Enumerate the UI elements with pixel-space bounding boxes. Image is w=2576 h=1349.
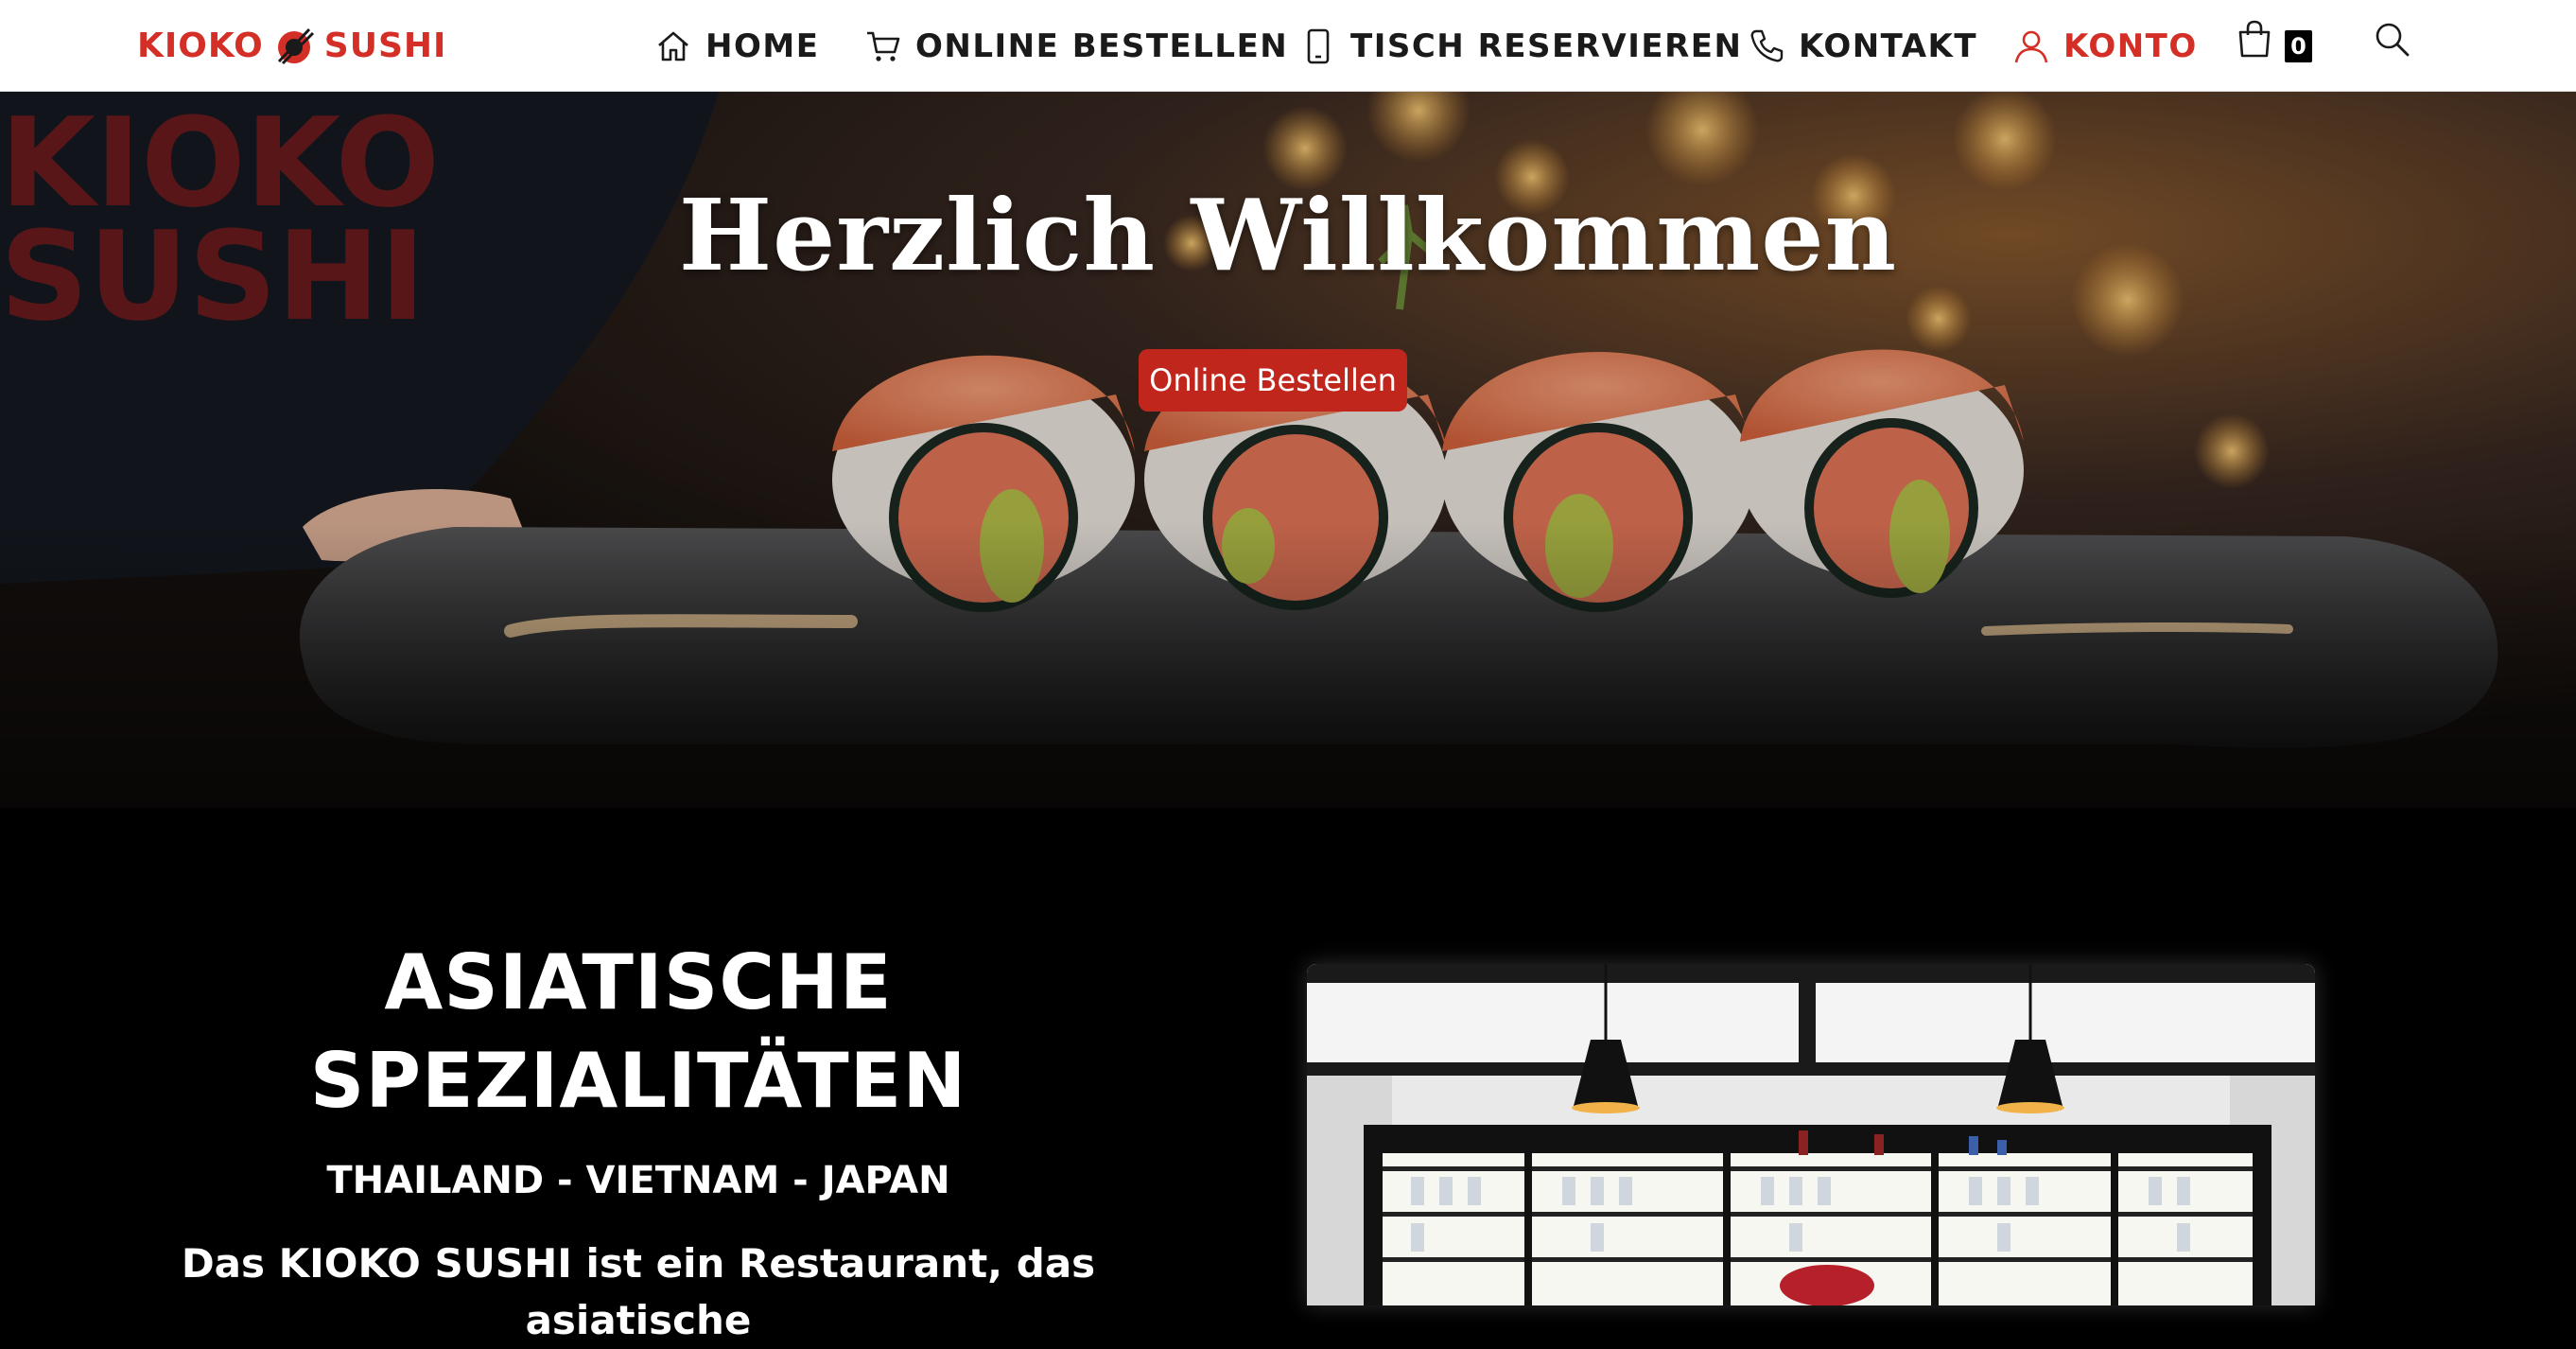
intro-heading: ASIATISCHE SPEZIALITÄTEN bbox=[189, 934, 1088, 1130]
intro-text-block: ASIATISCHE SPEZIALITÄTEN THAILAND - VIET… bbox=[182, 808, 1095, 1349]
nav-tisch-reservieren[interactable]: TISCH RESERVIEREN bbox=[1299, 0, 1742, 92]
cart-button[interactable]: 0 bbox=[2236, 19, 2321, 72]
intro-subheading: THAILAND - VIETNAM - JAPAN bbox=[326, 1159, 950, 1202]
home-icon bbox=[658, 31, 688, 61]
phone-icon bbox=[1750, 29, 1784, 61]
nav-home-label: HOME bbox=[705, 26, 820, 65]
hero-banner: KIOKO SUSHI bbox=[0, 92, 2576, 808]
restaurant-bar-illustration bbox=[1307, 964, 2315, 1305]
smartphone-icon bbox=[1307, 28, 1330, 63]
intro-body-text: Das KIOKO SUSHI ist ein Restaurant, das … bbox=[181, 1240, 1096, 1343]
cart-count-badge: 0 bbox=[2285, 30, 2312, 62]
hero-title: Herzlich Willkommen bbox=[678, 177, 1898, 293]
nav-tisch-reservieren-label: TISCH RESERVIEREN bbox=[1350, 26, 1743, 65]
nav-konto-label: KONTO bbox=[2063, 26, 2198, 65]
nav-online-bestellen-label: ONLINE BESTELLEN bbox=[915, 26, 1289, 65]
intro-section: ASIATISCHE SPEZIALITÄTEN THAILAND - VIET… bbox=[0, 808, 2576, 1343]
search-icon bbox=[2376, 23, 2410, 57]
logo-text-sushi: SUSHI bbox=[323, 26, 447, 65]
restaurant-interior-image bbox=[1307, 964, 2315, 1305]
user-icon bbox=[2014, 30, 2048, 62]
shopping-bag-icon bbox=[2238, 20, 2271, 58]
cart-icon bbox=[867, 31, 900, 61]
sushi-chopsticks-icon bbox=[277, 27, 314, 65]
site-logo[interactable]: KIOKO SUSHI bbox=[137, 19, 446, 74]
nav-home[interactable]: HOME bbox=[654, 0, 819, 92]
online-bestellen-button[interactable]: Online Bestellen bbox=[1139, 349, 1407, 412]
intro-heading-line2: SPEZIALITÄTEN bbox=[309, 1037, 967, 1125]
search-button[interactable] bbox=[2372, 19, 2411, 59]
nav-online-bestellen[interactable]: ONLINE BESTELLEN bbox=[864, 0, 1288, 92]
intro-heading-line1: ASIATISCHE bbox=[384, 938, 893, 1026]
nav-kontakt[interactable]: KONTAKT bbox=[1748, 0, 1977, 92]
nav-kontakt-label: KONTAKT bbox=[1799, 26, 1978, 65]
logo-text-kioko: KIOKO bbox=[137, 26, 264, 65]
site-header: KIOKO SUSHI HOME ONLINE BESTELLEN TISCH … bbox=[0, 0, 2576, 92]
nav-konto[interactable]: KONTO bbox=[2012, 0, 2198, 92]
